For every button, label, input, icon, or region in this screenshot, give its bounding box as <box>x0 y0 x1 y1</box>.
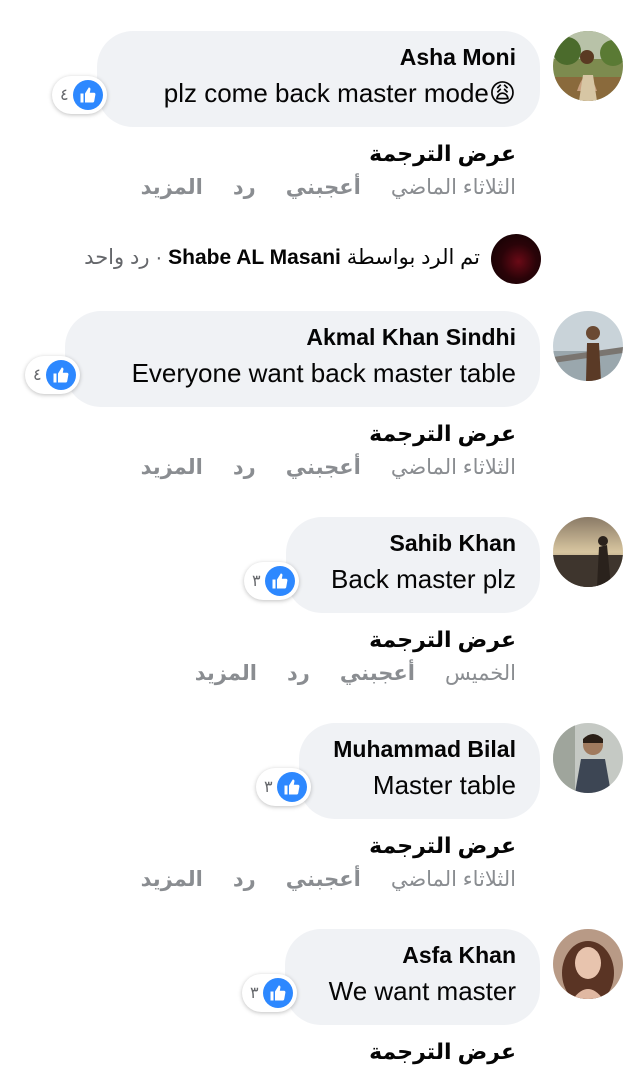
reply-separator: · <box>149 246 169 269</box>
see-translation-link[interactable]: عرض الترجمة <box>369 831 516 861</box>
thumbs-up-icon <box>276 772 307 802</box>
avatar[interactable] <box>553 311 623 381</box>
likes-count: ٣ <box>250 985 259 1002</box>
comment-text: Back master plz <box>331 564 516 594</box>
like-link[interactable]: أعجبني <box>286 173 361 203</box>
comment-time[interactable]: الثلاثاء الماضي <box>391 173 516 203</box>
likes-badge[interactable]: ٣ <box>244 562 299 600</box>
reply-count: رد واحد <box>84 246 150 269</box>
likes-count: ٤ <box>33 367 42 384</box>
likes-count: ٣ <box>264 779 273 796</box>
reply-link[interactable]: رد <box>233 453 256 483</box>
comment-actions: الخميس أعجبني رد المزيد <box>195 659 516 689</box>
comment-author[interactable]: Muhammad Bilal <box>325 733 516 765</box>
likes-count: ٤ <box>60 87 69 104</box>
reply-link[interactable]: رد <box>287 659 310 689</box>
comment-text: Master table <box>372 770 516 800</box>
replies-summary-text[interactable]: تم الرد بواسطة Shabe AL Masani · رد واحد <box>84 242 480 274</box>
likes-badge[interactable]: ٣ <box>242 974 297 1012</box>
comment-bubble[interactable]: Akmal Khan Sindhi Everyone want back mas… <box>65 311 540 407</box>
like-link[interactable]: أعجبني <box>286 865 361 895</box>
avatar[interactable] <box>553 517 623 587</box>
see-translation-link[interactable]: عرض الترجمة <box>369 1037 516 1067</box>
likes-badge[interactable]: ٣ <box>256 768 311 806</box>
reply-link[interactable]: رد <box>233 173 256 203</box>
like-link[interactable]: أعجبني <box>286 453 361 483</box>
thumbs-up-icon <box>72 80 103 110</box>
comment-time[interactable]: الثلاثاء الماضي <box>391 865 516 895</box>
comment-actions: الثلاثاء الماضي أعجبني رد المزيد <box>141 453 516 483</box>
more-link[interactable]: المزيد <box>141 865 203 895</box>
like-link[interactable]: أعجبني <box>340 659 415 689</box>
thumbs-up-icon <box>264 566 295 596</box>
replies-summary[interactable]: تم الرد بواسطة Shabe AL Masani · رد واحد <box>0 232 640 284</box>
more-link[interactable]: المزيد <box>141 173 203 203</box>
see-translation-link[interactable]: عرض الترجمة <box>369 625 516 655</box>
reply-link[interactable]: رد <box>233 865 256 895</box>
comment-author[interactable]: Sahib Khan <box>312 527 516 559</box>
likes-count: ٣ <box>252 573 261 590</box>
comment-bubble[interactable]: Muhammad Bilal Master table <box>299 723 540 819</box>
comment-bubble[interactable]: Asfa Khan We want master <box>285 929 540 1025</box>
comment-text: Everyone want back master table <box>131 358 516 388</box>
comment-author[interactable]: Akmal Khan Sindhi <box>91 321 516 353</box>
replied-by-label: تم الرد بواسطة <box>346 246 480 269</box>
see-translation-link[interactable]: عرض الترجمة <box>369 139 516 169</box>
weary-face-emoji: 😩 <box>488 78 516 108</box>
comment-bubble[interactable]: Sahib Khan Back master plz <box>286 517 540 613</box>
likes-badge[interactable]: ٤ <box>25 356 80 394</box>
avatar[interactable] <box>553 929 623 999</box>
comment-actions: الثلاثاء الماضي أعجبني رد المزيد <box>141 865 516 895</box>
comment-time[interactable]: الثلاثاء الماضي <box>391 453 516 483</box>
thumbs-up-icon <box>262 978 293 1008</box>
comment-actions: الثلاثاء الماضي أعجبني رد المزيد <box>141 173 516 203</box>
comment-bubble[interactable]: Asha Moni plz come back master mode😩 <box>97 31 540 127</box>
more-link[interactable]: المزيد <box>141 453 203 483</box>
more-link[interactable]: المزيد <box>195 659 257 689</box>
comment-time[interactable]: الخميس <box>445 659 516 689</box>
comment-author[interactable]: Asfa Khan <box>311 939 516 971</box>
thumbs-up-icon <box>45 360 76 390</box>
see-translation-link[interactable]: عرض الترجمة <box>369 419 516 449</box>
likes-badge[interactable]: ٤ <box>52 76 107 114</box>
comment-author[interactable]: Asha Moni <box>123 41 516 73</box>
replier-name: Shabe AL Masani <box>168 246 341 269</box>
comment-text: We want master <box>328 976 516 1006</box>
avatar[interactable] <box>553 723 623 793</box>
avatar <box>491 234 541 284</box>
comment-text: plz come back master mode😩 <box>163 78 516 108</box>
avatar[interactable] <box>553 31 623 101</box>
